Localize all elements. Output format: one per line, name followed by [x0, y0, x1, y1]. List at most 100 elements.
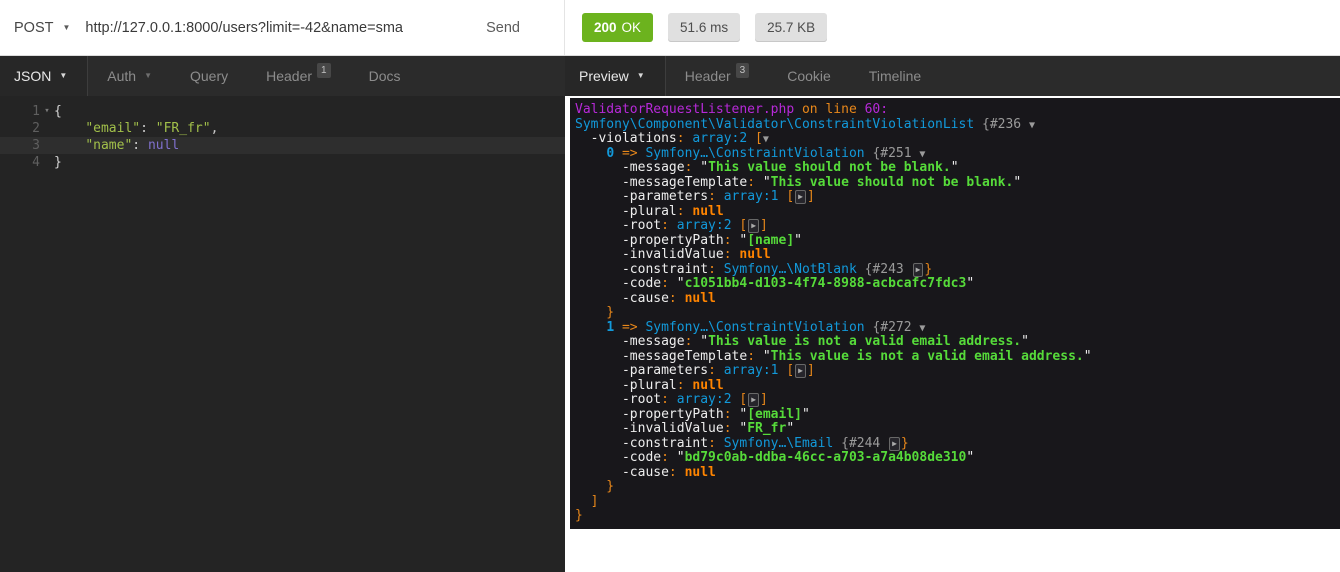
tab-header-response[interactable]: Header 3 — [666, 56, 768, 96]
code-token: null — [692, 203, 724, 219]
code-token: : — [668, 464, 685, 480]
code-token: : — [684, 334, 701, 349]
collapse-toggle-icon[interactable]: ▼ — [763, 134, 769, 145]
expand-toggle-icon[interactable]: ▶ — [795, 364, 806, 378]
line-number: 4 — [32, 155, 40, 170]
tab-auth[interactable]: Auth ▼ — [88, 56, 171, 96]
code-token: : — [661, 392, 677, 407]
code-token: : — [708, 363, 724, 378]
code-token: -invalidValue — [575, 247, 724, 262]
tab-timeline[interactable]: Timeline — [850, 56, 940, 96]
code-token: " — [762, 174, 771, 190]
code-token: : — [723, 421, 740, 436]
code-token: {#272 — [872, 319, 912, 335]
editor-line[interactable]: 1 ▾{ — [0, 103, 565, 120]
collapse-toggle-icon[interactable]: ▼ — [919, 149, 925, 160]
send-button[interactable]: Send — [486, 20, 520, 36]
code-token: {#243 — [864, 261, 904, 277]
url-input[interactable]: http://127.0.0.1:8000/users?limit=-42&na… — [85, 20, 486, 36]
dump-line: -propertyPath: "[email]" — [575, 406, 1335, 423]
code-token: null — [684, 290, 716, 306]
dump-line: -constraint: Symfony…\NotBlank {#243 ▶} — [575, 261, 1335, 278]
code-token: -constraint — [575, 435, 709, 451]
dump-line: ValidatorRequestListener.php on line 60: — [575, 102, 1335, 118]
code-token: => — [614, 145, 646, 161]
header-count-badge: 3 — [735, 62, 750, 78]
code-token: "name" — [85, 138, 133, 153]
code-token: : — [723, 232, 740, 248]
header-count-badge: 1 — [317, 62, 331, 78]
method-dropdown[interactable]: POST ▼ — [0, 20, 70, 36]
tab-header-request[interactable]: Header 1 — [247, 56, 349, 96]
expand-toggle-icon[interactable]: ▶ — [748, 393, 760, 407]
dump-line: -message: "This value should not be blan… — [575, 160, 1335, 176]
code-token: : — [140, 121, 156, 136]
code-token: " — [1083, 348, 1092, 364]
code-token: null — [739, 247, 771, 262]
code-token: This value should not be blank. — [708, 160, 951, 175]
dump-line: -messageTemplate: "This value should not… — [575, 174, 1335, 191]
line-number: 1 — [32, 104, 40, 119]
code-token: -parameters — [575, 189, 709, 204]
code-token: " — [966, 450, 975, 465]
code-token: } — [575, 508, 583, 523]
tab-query[interactable]: Query — [171, 56, 247, 96]
expand-toggle-icon[interactable]: ▶ — [748, 219, 760, 233]
code-token: 1 — [606, 319, 615, 335]
dump-line: } — [575, 479, 1335, 495]
code-token: [ — [755, 131, 763, 146]
response-tabs: Preview ▼ Header 3 Cookie Timeline — [565, 56, 1340, 96]
code-token: [ — [786, 363, 795, 378]
editor-line[interactable]: 4} — [0, 154, 565, 171]
line-number: 3 — [32, 138, 40, 153]
code-token: " — [786, 421, 795, 436]
code-token: 0 — [606, 145, 615, 161]
code-token: ] — [807, 363, 815, 378]
editor-code: "email": "FR_fr", — [54, 120, 565, 137]
expand-toggle-icon[interactable]: ▶ — [889, 436, 900, 451]
code-token: 60: — [864, 102, 889, 117]
code-token: {#244 — [841, 435, 881, 451]
expand-toggle-icon[interactable]: ▶ — [795, 190, 806, 204]
dump-line: Symfony\Component\Validator\ConstraintVi… — [575, 116, 1335, 133]
preview-mode-dropdown[interactable]: Preview ▼ — [565, 56, 666, 96]
collapse-toggle-icon[interactable]: ▼ — [919, 323, 925, 334]
dump-line: -parameters: array:1 [▶] — [575, 363, 1335, 379]
code-token: Symfony\Component\Validator\ConstraintVi… — [575, 116, 975, 132]
response-time-badge: 51.6 ms — [668, 13, 741, 42]
tab-cookie[interactable]: Cookie — [768, 56, 850, 96]
code-token: Symfony…\ConstraintViolation — [645, 145, 865, 161]
tab-label: Cookie — [787, 68, 831, 84]
tab-label: Header — [684, 68, 731, 84]
code-token: " — [700, 160, 709, 175]
expand-toggle-icon[interactable]: ▶ — [912, 262, 924, 277]
dump-line: -code: "bd79c0ab-ddba-46cc-a703-a7a4b08d… — [575, 450, 1335, 466]
fold-caret-icon[interactable]: ▾ — [40, 103, 54, 120]
chevron-down-icon: ▼ — [636, 71, 645, 80]
collapse-toggle-icon[interactable]: ▼ — [1029, 120, 1035, 131]
body-type-dropdown[interactable]: JSON ▼ — [0, 56, 89, 96]
preview-mode-label: Preview — [579, 68, 629, 84]
dump-line: -parameters: array:1 [▶] — [575, 189, 1335, 205]
code-token: [ — [739, 392, 748, 407]
main-content: 1 ▾{2 "email": "FR_fr", 3 "name": null 4} V… — [0, 96, 1340, 572]
editor-code: } — [54, 154, 565, 171]
code-token: -propertyPath — [575, 406, 724, 422]
dump-line: -root: array:2 [▶] — [575, 392, 1335, 408]
fold-gutter-spacer — [40, 120, 54, 137]
tab-docs[interactable]: Docs — [350, 56, 420, 96]
editor-line[interactable]: 2 "email": "FR_fr", — [0, 120, 565, 137]
status-badge: 200 OK — [582, 13, 654, 42]
code-token: null — [692, 377, 724, 393]
editor-line[interactable]: 3 "name": null — [0, 137, 565, 154]
code-token: This value is not a valid email address. — [770, 348, 1084, 364]
request-body-editor[interactable]: 1 ▾{2 "email": "FR_fr", 3 "name": null 4} — [0, 96, 565, 572]
response-size-badge: 25.7 KB — [755, 13, 828, 42]
code-token: {#251 — [872, 145, 912, 161]
code-token: -violations — [575, 131, 677, 146]
